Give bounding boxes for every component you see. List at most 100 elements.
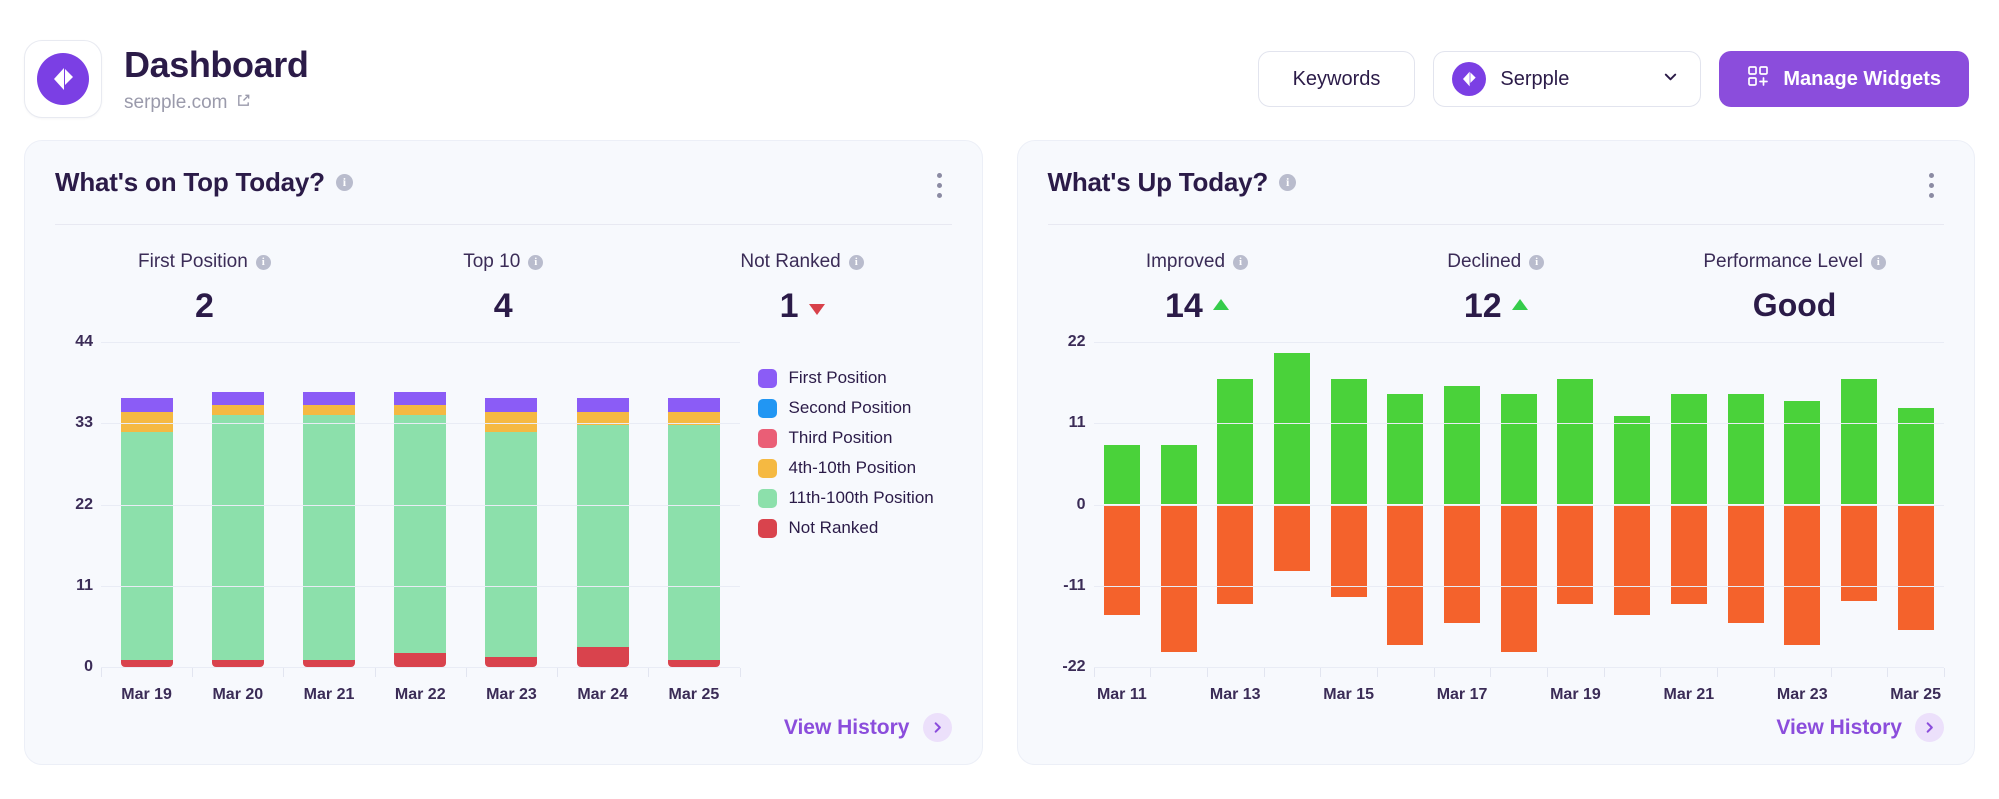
bar-segment bbox=[576, 398, 629, 412]
info-icon[interactable]: i bbox=[255, 254, 271, 270]
gridline bbox=[1093, 342, 1944, 343]
info-icon[interactable]: i bbox=[528, 254, 544, 270]
bar-segment bbox=[120, 432, 173, 661]
view-history-label: View History bbox=[783, 715, 910, 739]
x-axis-label: Mar 11 bbox=[1096, 686, 1147, 703]
info-icon[interactable]: i bbox=[1870, 254, 1886, 270]
bar-negative bbox=[1614, 504, 1651, 616]
legend-item[interactable]: Third Position bbox=[757, 428, 952, 448]
x-tick bbox=[374, 668, 376, 677]
bar-segment bbox=[120, 398, 173, 412]
x-tick bbox=[1603, 668, 1605, 677]
bar-segment bbox=[211, 391, 264, 406]
external-link-icon[interactable] bbox=[236, 93, 251, 113]
bar-segment bbox=[394, 405, 447, 416]
legend-swatch bbox=[757, 458, 777, 478]
bar-segment bbox=[120, 411, 173, 432]
y-tick-label: 0 bbox=[84, 658, 93, 675]
card-title: What's Up Today? bbox=[1047, 167, 1269, 197]
x-tick bbox=[1887, 668, 1889, 677]
card-footer: View History bbox=[1048, 707, 1944, 742]
kebab-menu-icon[interactable] bbox=[927, 167, 952, 204]
legend-swatch bbox=[757, 518, 777, 538]
bar-segment bbox=[485, 432, 538, 657]
x-axis-label: Mar 22 bbox=[394, 686, 446, 703]
bar-positive bbox=[1217, 378, 1254, 505]
x-axis-label: Mar 21 bbox=[303, 686, 355, 703]
x-tick bbox=[1773, 668, 1775, 677]
info-icon[interactable]: i bbox=[335, 174, 353, 191]
legend-item[interactable]: Second Position bbox=[757, 398, 952, 418]
page-title: Dashboard bbox=[124, 44, 309, 85]
chevron-down-icon bbox=[1661, 67, 1680, 92]
legend-item[interactable]: First Position bbox=[757, 368, 952, 388]
whats-up-today-card: What's Up Today? i Improved i 14 Decline… bbox=[1016, 140, 1975, 765]
legend-item[interactable]: 11th-100th Position bbox=[757, 488, 952, 508]
stat-improved: Improved i 14 bbox=[1048, 251, 1347, 326]
gridline bbox=[101, 585, 740, 587]
y-tick-label: 11 bbox=[1068, 414, 1086, 432]
x-axis-label: Mar 23 bbox=[486, 686, 537, 703]
x-axis-label: Mar 25 bbox=[1890, 686, 1941, 703]
chevron-right-icon[interactable] bbox=[1915, 713, 1944, 742]
bar-negative bbox=[1784, 504, 1821, 645]
bar-segment bbox=[211, 405, 264, 416]
legend-swatch bbox=[757, 488, 777, 508]
x-tick bbox=[1944, 668, 1945, 677]
plot-area-right bbox=[1093, 342, 1944, 668]
legend-label: Third Position bbox=[788, 428, 893, 447]
trend-up-icon bbox=[1212, 299, 1229, 310]
right-stats-row: Improved i 14 Declined i 12 Performance … bbox=[1048, 225, 1945, 336]
kebab-menu-icon[interactable] bbox=[1919, 167, 1944, 204]
gridline bbox=[101, 504, 740, 506]
x-axis-label: Mar 23 bbox=[1776, 686, 1828, 703]
y-tick-label: 33 bbox=[75, 414, 93, 432]
view-history-label: View History bbox=[1776, 715, 1902, 739]
gridline bbox=[1093, 585, 1944, 587]
bar-segment bbox=[303, 391, 356, 406]
view-history-link[interactable]: View History bbox=[1776, 713, 1944, 742]
bar-positive bbox=[1784, 401, 1821, 505]
x-tick bbox=[101, 668, 102, 677]
y-tick-label: 22 bbox=[1067, 333, 1086, 350]
x-axis-label: Mar 13 bbox=[1209, 686, 1261, 703]
trend-down-icon bbox=[808, 304, 825, 315]
whats-on-top-today-card: What's on Top Today? i First Position i … bbox=[24, 140, 983, 765]
manage-widgets-button[interactable]: Manage Widgets bbox=[1719, 51, 1969, 107]
info-icon[interactable]: i bbox=[1279, 174, 1297, 191]
bar-negative bbox=[1897, 504, 1934, 631]
stat-label: Top 10 bbox=[463, 251, 521, 272]
widgets-row: What's on Top Today? i First Position i … bbox=[0, 140, 1999, 765]
info-icon[interactable]: i bbox=[1233, 254, 1249, 270]
header-actions: Keywords Serpple Manage Widgets bbox=[1257, 51, 1975, 107]
bar-positive bbox=[1444, 386, 1481, 505]
legend-item[interactable]: Not Ranked bbox=[757, 518, 952, 538]
bar-negative bbox=[1444, 504, 1481, 623]
bar-segment bbox=[303, 415, 356, 661]
x-tick bbox=[1717, 668, 1719, 677]
gridline bbox=[1093, 423, 1944, 425]
bar-negative bbox=[1557, 504, 1594, 605]
project-selector[interactable]: Serpple bbox=[1433, 51, 1702, 107]
domain-row[interactable]: serpple.com bbox=[124, 92, 308, 114]
bar-segment bbox=[667, 425, 720, 661]
view-history-link[interactable]: View History bbox=[784, 713, 952, 742]
stat-label: Not Ranked bbox=[740, 251, 841, 272]
y-tick-label: 11 bbox=[76, 576, 93, 594]
bar-segment bbox=[394, 415, 447, 654]
brand-block: Dashboard serpple.com bbox=[24, 40, 309, 118]
stat-first-position: First Position i 2 bbox=[55, 251, 354, 326]
info-icon[interactable]: i bbox=[1529, 254, 1545, 270]
legend-label: Not Ranked bbox=[788, 518, 879, 537]
x-tick bbox=[1093, 668, 1095, 677]
keywords-button[interactable]: Keywords bbox=[1257, 51, 1416, 107]
legend-item[interactable]: 4th-10th Position bbox=[757, 458, 952, 478]
bar-segment bbox=[485, 656, 538, 667]
legend-swatch bbox=[757, 368, 777, 388]
chevron-right-icon[interactable] bbox=[922, 713, 952, 742]
bar-positive bbox=[1103, 445, 1140, 505]
x-tick bbox=[465, 668, 467, 677]
info-icon[interactable]: i bbox=[848, 254, 864, 270]
x-tick bbox=[1830, 668, 1832, 677]
stat-label: First Position bbox=[138, 251, 248, 272]
